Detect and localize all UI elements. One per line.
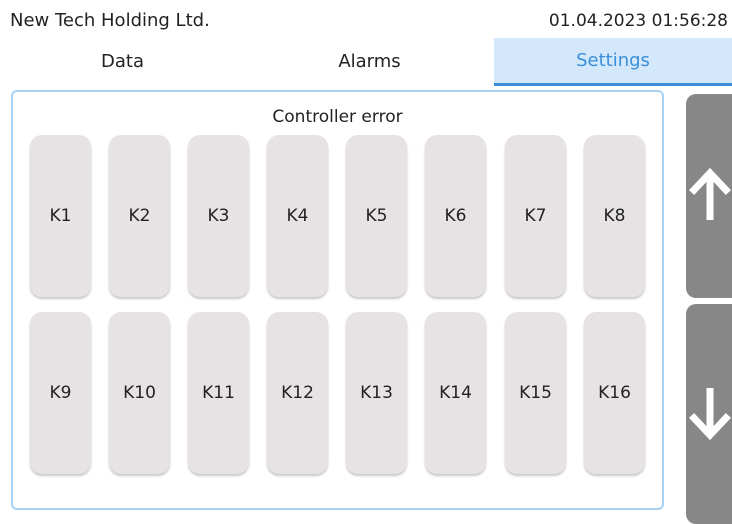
controller-button-k1[interactable]: K1 <box>30 135 91 297</box>
controller-button-k8[interactable]: K8 <box>584 135 645 297</box>
controller-button-k2[interactable]: K2 <box>109 135 170 297</box>
arrow-down-icon <box>689 388 731 441</box>
controller-button-k15[interactable]: K15 <box>505 312 566 474</box>
scroll-down-button[interactable] <box>686 304 732 524</box>
controller-button-k13[interactable]: K13 <box>346 312 407 474</box>
controller-button-k16[interactable]: K16 <box>584 312 645 474</box>
tab-bar: Data Alarms Settings <box>0 38 732 86</box>
arrow-up-icon <box>689 167 731 220</box>
controller-button-k7[interactable]: K7 <box>505 135 566 297</box>
controller-button-k3[interactable]: K3 <box>188 135 249 297</box>
controller-error-panel: Controller error K1 K2 K3 K4 K5 K6 K7 K8… <box>11 90 664 510</box>
tab-settings[interactable]: Settings <box>494 38 732 86</box>
controller-button-k12[interactable]: K12 <box>267 312 328 474</box>
controller-button-k11[interactable]: K11 <box>188 312 249 474</box>
controller-button-k9[interactable]: K9 <box>30 312 91 474</box>
controller-button-k5[interactable]: K5 <box>346 135 407 297</box>
tab-alarms[interactable]: Alarms <box>245 38 494 86</box>
controller-button-k14[interactable]: K14 <box>425 312 486 474</box>
company-name: New Tech Holding Ltd. <box>10 10 210 31</box>
datetime-display: 01.04.2023 01:56:28 <box>548 11 728 31</box>
header-bar: New Tech Holding Ltd. 01.04.2023 01:56:2… <box>0 0 732 36</box>
scroll-up-button[interactable] <box>686 94 732 298</box>
controller-button-k6[interactable]: K6 <box>425 135 486 297</box>
tab-data[interactable]: Data <box>0 38 245 86</box>
controller-button-k4[interactable]: K4 <box>267 135 328 297</box>
controller-button-k10[interactable]: K10 <box>109 312 170 474</box>
panel-title: Controller error <box>272 107 403 127</box>
